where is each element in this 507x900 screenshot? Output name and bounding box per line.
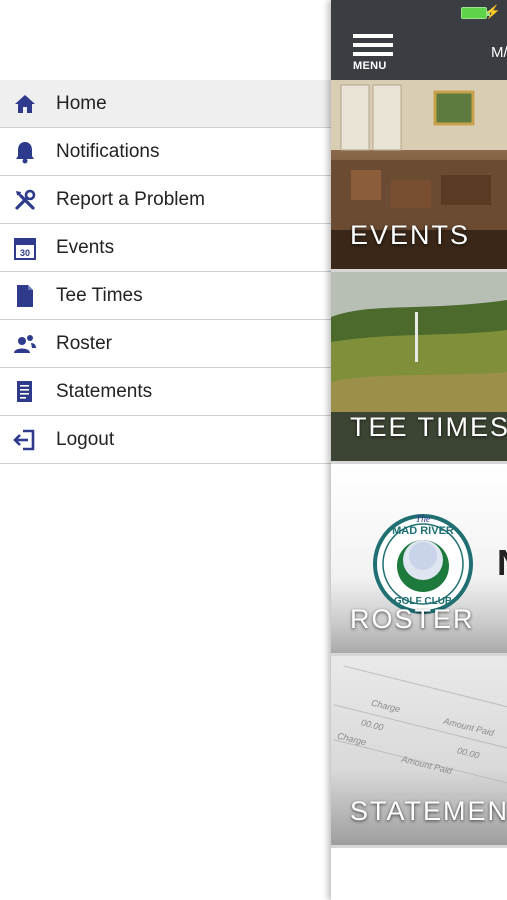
tile-caption: EVENTS: [350, 220, 471, 250]
main-panel: ⚡ MENU M/ EVENTS TEE TIMES The MAD RIVER…: [331, 0, 507, 900]
drawer-item-statements[interactable]: Statements: [0, 368, 331, 416]
page-title: M/: [491, 44, 507, 61]
tile-statements[interactable]: Charge Amount Paid Charge Amount Paid 00…: [331, 656, 507, 848]
tile-roster[interactable]: The MAD RIVER GOLF CLUB N ROSTER: [331, 464, 507, 656]
tile-caption: ROSTER: [350, 604, 475, 634]
hamburger-line: [353, 34, 393, 38]
drawer-item-label: Events: [56, 236, 115, 258]
drawer-item-report-problem[interactable]: Report a Problem: [0, 176, 331, 224]
logo-text-name: MAD RIVER: [392, 525, 454, 537]
tools-icon: [12, 187, 38, 213]
statement-word: Amount Paid: [400, 753, 453, 777]
calendar-icon: 30: [12, 235, 38, 261]
logo-text-the: The: [416, 514, 432, 525]
drawer-item-notifications[interactable]: Notifications: [0, 128, 331, 176]
bell-icon: [12, 139, 38, 165]
document-icon: [12, 283, 38, 309]
tile-caption: STATEMENTS: [350, 796, 507, 826]
roster-side-letter: N: [497, 542, 507, 584]
calendar-day: 30: [20, 248, 30, 258]
menu-label[interactable]: MENU: [353, 60, 387, 72]
drawer-item-label: Roster: [56, 332, 112, 354]
drawer-item-events[interactable]: 30 Events: [0, 224, 331, 272]
hamburger-line: [353, 52, 393, 56]
drawer-item-home[interactable]: Home: [0, 80, 331, 128]
drawer-item-roster[interactable]: Roster: [0, 320, 331, 368]
side-drawer: Home Notifications Report a Problem 30 E…: [0, 0, 331, 900]
drawer-item-logout[interactable]: Logout: [0, 416, 331, 464]
statement-word: Charge: [370, 697, 402, 715]
statement-line: [343, 665, 507, 708]
drawer-item-label: Tee Times: [56, 284, 143, 306]
drawer-item-label: Notifications: [56, 140, 160, 162]
people-icon: [12, 331, 38, 357]
drawer-item-label: Statements: [56, 380, 153, 402]
drawer-item-label: Report a Problem: [56, 188, 205, 210]
tile-caption: TEE TIMES: [350, 412, 507, 442]
drawer-item-tee-times[interactable]: Tee Times: [0, 272, 331, 320]
battery-icon: [461, 7, 490, 19]
drawer-item-label: Logout: [56, 428, 115, 450]
hamburger-line: [353, 43, 393, 47]
top-bar: ⚡ MENU M/: [331, 0, 507, 80]
statement-word: 00.00: [360, 717, 385, 733]
drawer-menu: Home Notifications Report a Problem 30 E…: [0, 80, 331, 464]
statement-word: 00.00: [456, 745, 481, 761]
tile-tee-times[interactable]: TEE TIMES: [331, 272, 507, 464]
menu-button[interactable]: [353, 34, 393, 61]
home-icon: [12, 91, 38, 117]
statement-icon: [12, 379, 38, 405]
logout-icon: [12, 427, 38, 453]
drawer-item-label: Home: [56, 92, 107, 114]
charging-icon: ⚡: [484, 4, 501, 19]
statement-word: Amount Paid: [442, 715, 495, 739]
tile-events[interactable]: EVENTS: [331, 80, 507, 272]
